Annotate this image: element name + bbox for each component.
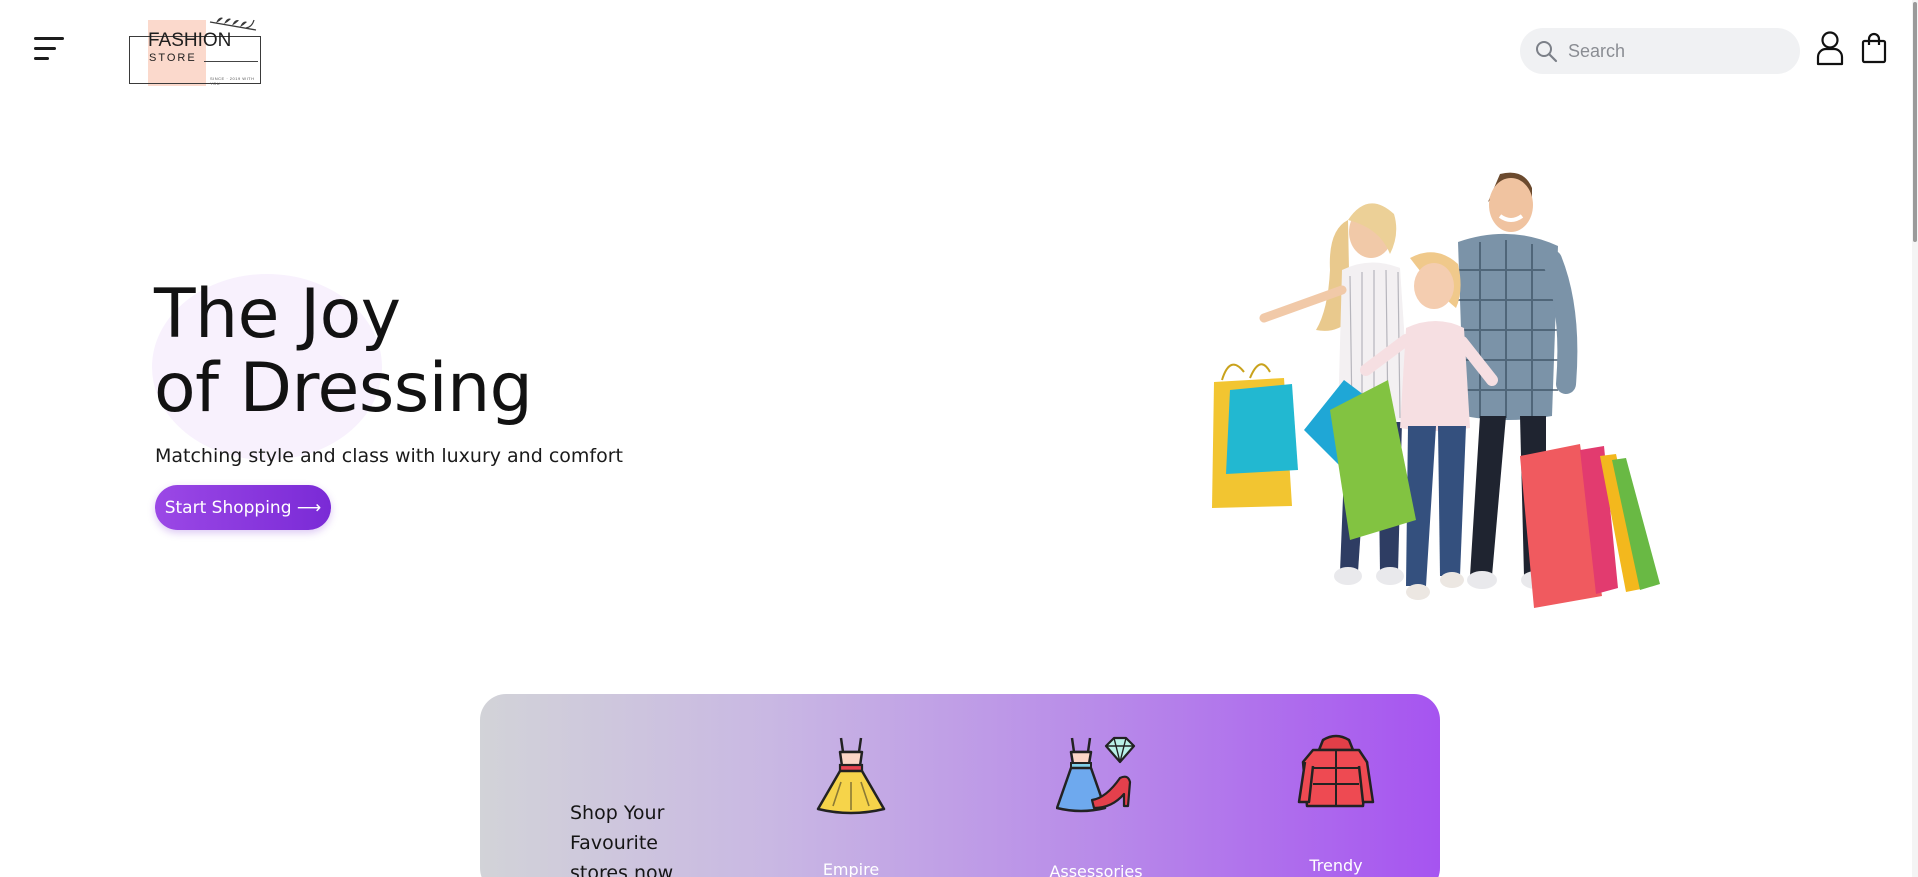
family-shopping-image [1212, 172, 1660, 608]
dress-heels-gem-icon [1056, 736, 1136, 813]
logo-tagline: SINCE · 2019 WITH YOU [210, 76, 255, 86]
menu-bar [34, 37, 64, 40]
scrollbar-thumb[interactable] [1913, 2, 1917, 242]
panel-heading: Shop Your Favourite stores now [570, 798, 730, 877]
store-categories-panel: Shop Your Favourite stores now Empire As… [480, 694, 1440, 877]
hero-subtitle: Matching style and class with luxury and… [155, 445, 623, 467]
hamburger-menu-icon[interactable] [34, 37, 64, 63]
hero-title-line2: of Dressing [154, 349, 533, 428]
start-shopping-button[interactable]: Start Shopping ⟶ [155, 485, 331, 530]
category-trendy[interactable]: Trendy [1256, 734, 1416, 875]
shopping-bag-icon[interactable] [1861, 32, 1887, 64]
category-label: Assessories [1049, 862, 1143, 877]
panel-heading-line2: Favourite [570, 832, 658, 854]
logo-brand-text: FASHION [148, 30, 232, 51]
category-empire[interactable]: Empire [771, 734, 931, 877]
search-icon [1536, 41, 1558, 63]
panel-heading-line1: Shop Your [570, 802, 665, 824]
store-logo[interactable]: FASHION STORE SINCE · 2019 WITH YOU [128, 12, 264, 88]
user-icon[interactable] [1815, 30, 1845, 66]
search-bar[interactable] [1520, 28, 1800, 74]
search-input[interactable] [1568, 36, 1788, 66]
hero-title-line1: The Joy [154, 275, 401, 354]
jacket-icon [1297, 734, 1375, 808]
category-label: Trendy [1309, 856, 1363, 875]
dress-icon [816, 737, 886, 815]
logo-sub-text: STORE [149, 52, 197, 64]
category-assessories[interactable]: Assessories [1016, 734, 1176, 877]
category-label: Empire [822, 860, 880, 877]
page-scrollbar[interactable] [1912, 0, 1918, 877]
menu-bar [34, 47, 56, 50]
panel-heading-line3: stores now [570, 862, 674, 877]
menu-bar [34, 57, 49, 60]
logo-divider [204, 61, 258, 62]
hero-title: The Joy of Dressing [154, 275, 533, 428]
